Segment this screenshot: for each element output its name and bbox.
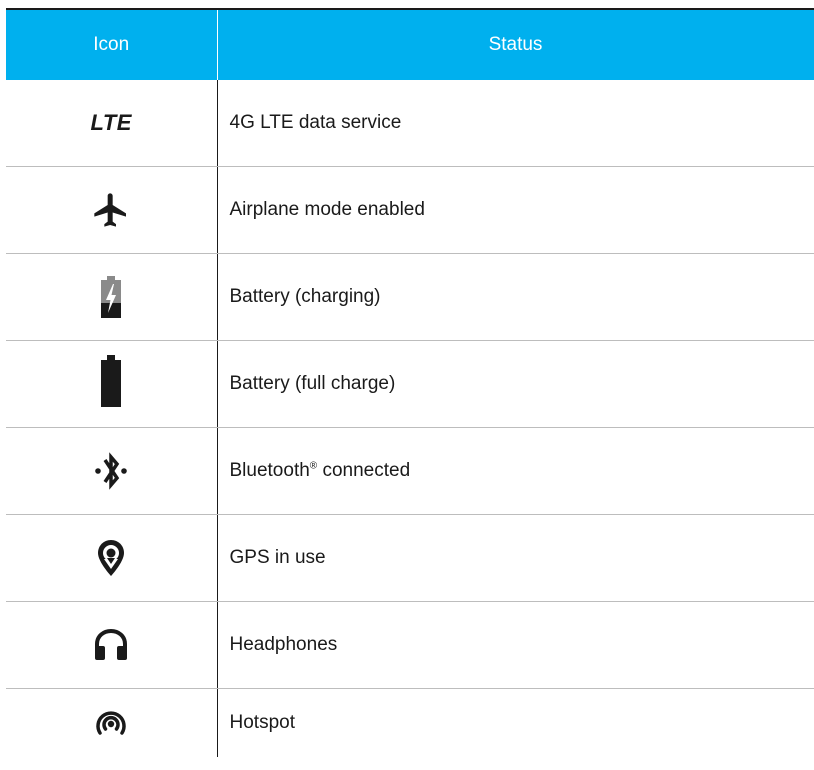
icon-column-header: Icon: [6, 8, 218, 80]
icon-cell: [6, 688, 218, 757]
headphones-icon: [81, 620, 141, 670]
icon-cell: [6, 340, 218, 428]
airplane-icon: [81, 185, 141, 235]
table-row: Headphones: [6, 601, 814, 689]
bluetooth-label: Bluetooth: [229, 460, 310, 481]
battery-full-icon: [81, 355, 141, 407]
status-icons-table-container: Icon Status LTE 4G LTE data service Airp…: [6, 8, 814, 757]
status-cell: Hotspot: [229, 712, 295, 733]
icon-cell: LTE: [6, 80, 218, 167]
table-row: Hotspot: [6, 688, 814, 757]
hotspot-icon: [81, 698, 141, 748]
table-row: Battery (charging): [6, 253, 814, 341]
gps-icon: [81, 533, 141, 583]
table-row: Airplane mode enabled: [6, 166, 814, 254]
status-icons-table: Icon Status LTE 4G LTE data service Airp…: [6, 8, 814, 757]
status-cell: GPS in use: [217, 514, 814, 602]
lte-icon: LTE: [90, 110, 132, 135]
icon-cell: [6, 427, 218, 515]
status-cell: Battery (full charge): [217, 340, 814, 428]
connected-label: connected: [317, 460, 411, 481]
table-header-row: Icon Status: [6, 8, 814, 80]
icon-cell: [6, 601, 218, 689]
icon-cell: [6, 514, 218, 602]
battery-charging-icon: [81, 272, 141, 322]
status-cell: Airplane mode enabled: [217, 166, 814, 254]
table-row: Bluetooth® connected: [6, 427, 814, 515]
status-cell: 4G LTE data service: [217, 80, 814, 167]
table-row: GPS in use: [6, 514, 814, 602]
bluetooth-connected-icon: [81, 446, 141, 496]
icon-cell: [6, 166, 218, 254]
status-cell: Battery (charging): [217, 253, 814, 341]
table-row: Battery (full charge): [6, 340, 814, 428]
status-cell: Bluetooth® connected: [217, 427, 814, 515]
status-cell: Headphones: [217, 601, 814, 689]
status-column-header: Status: [216, 8, 814, 80]
icon-cell: [6, 253, 218, 341]
table-row: LTE 4G LTE data service: [6, 80, 814, 167]
